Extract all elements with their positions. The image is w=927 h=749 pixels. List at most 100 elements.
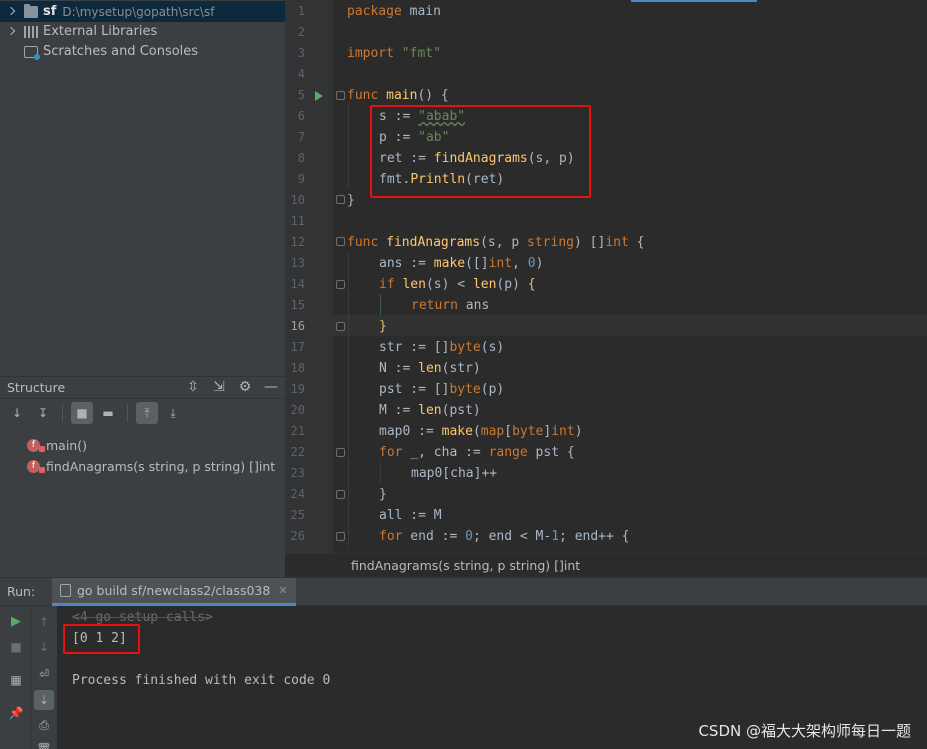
line-number: 3	[297, 46, 305, 60]
line-number: 26	[290, 529, 305, 543]
line-number: 23	[290, 466, 305, 480]
fold-marker-icon[interactable]	[336, 532, 345, 541]
structure-header: Structure ⇳ ⇲ ⚙ —	[0, 377, 285, 399]
line-number: 20	[290, 403, 305, 417]
code-line-13: ans := make([]int, 0)	[379, 256, 544, 271]
root-path: D:\mysetup\gopath\src\sf	[62, 4, 215, 19]
rerun-icon[interactable]: ▶	[8, 614, 24, 630]
run-toolbar-secondary: ↑ ↓ ⏎ ⇣ ⎙ 🗑	[30, 606, 57, 749]
code-editor[interactable]: package main import "fmt" func main() { …	[285, 0, 927, 577]
line-number: 2	[297, 25, 305, 39]
line-number: 8	[297, 151, 305, 165]
scratches-icon	[24, 45, 40, 60]
line-number: 19	[290, 382, 305, 396]
close-icon[interactable]: ✕	[278, 584, 287, 597]
line-number: 4	[297, 67, 305, 81]
code-line-17: str := []byte(s)	[379, 340, 505, 355]
fold-marker-icon[interactable]	[336, 237, 345, 246]
gear-icon[interactable]: ⚙	[237, 379, 253, 395]
trash-icon[interactable]: 🗑	[36, 741, 52, 749]
stop-icon[interactable]: ■	[8, 639, 24, 655]
minimize-icon[interactable]: —	[263, 379, 279, 395]
code-line-16: }	[379, 319, 387, 334]
code-area[interactable]: package main import "fmt" func main() { …	[333, 0, 927, 553]
run-panel: Run: go build sf/newclass2/class038 ✕ ▶ …	[0, 577, 927, 749]
chevron-right-icon[interactable]	[6, 26, 18, 38]
layout-icon[interactable]: ▦	[8, 672, 24, 688]
tree-item-scratches[interactable]: Scratches and Consoles	[0, 41, 285, 62]
line-number: 5	[297, 88, 305, 102]
line-number: 7	[297, 130, 305, 144]
collapse-all-icon[interactable]: ⇲	[211, 379, 227, 395]
line-number: 24	[290, 487, 305, 501]
fold-marker-icon[interactable]	[336, 280, 345, 289]
code-line-19: pst := []byte(p)	[379, 382, 505, 397]
code-line-20: M := len(pst)	[379, 403, 481, 418]
code-line-3: import "fmt"	[347, 46, 441, 61]
line-number: 18	[290, 361, 305, 375]
library-icon	[24, 25, 38, 38]
structure-item-label: main()	[46, 438, 87, 453]
scroll-to-end-icon[interactable]: ⇣	[34, 690, 54, 710]
line-number: 22	[290, 445, 305, 459]
result-highlight-box	[63, 624, 140, 654]
code-line-14: if len(s) < len(p) {	[379, 277, 536, 292]
expand-all-icon[interactable]: ⇳	[185, 379, 201, 395]
code-line-26: for end := 0; end < M-1; end++ {	[379, 529, 630, 544]
line-number: 15	[290, 298, 305, 312]
run-header: Run: go build sf/newclass2/class038 ✕	[0, 577, 927, 606]
fold-marker-icon[interactable]	[336, 195, 345, 204]
run-tab[interactable]: go build sf/newclass2/class038 ✕	[52, 577, 296, 606]
current-line-highlight	[333, 315, 927, 336]
line-number: 12	[290, 235, 305, 249]
run-toolbar-primary: ▶ ■ ▦ 📌	[0, 606, 30, 749]
line-number-current: 16	[290, 319, 305, 333]
folder-icon	[24, 3, 38, 18]
function-icon: f	[27, 460, 45, 473]
code-line-22: for _, cha := range pst {	[379, 445, 575, 460]
line-number: 14	[290, 277, 305, 291]
arrow-down-icon[interactable]: ↓	[36, 639, 52, 655]
arrow-up-icon[interactable]: ↑	[36, 614, 52, 630]
print-icon[interactable]: ⎙	[36, 717, 52, 733]
line-number: 6	[297, 109, 305, 123]
structure-item-main[interactable]: f main()	[0, 435, 285, 456]
structure-panel: Structure ⇳ ⇲ ⚙ — ↓ ↧ ■ ▬ ⤒ ⤓ f main() f…	[0, 376, 285, 577]
tree-item-sf[interactable]: sf D:\mysetup\gopath\src\sf	[0, 1, 285, 22]
tree-item-external-libraries[interactable]: External Libraries	[0, 21, 285, 42]
code-line-18: N := len(str)	[379, 361, 481, 376]
sort-by-visibility-icon[interactable]: ↓	[6, 402, 28, 424]
lock-icon[interactable]: ■	[71, 402, 93, 424]
line-number: 25	[290, 508, 305, 522]
function-icon: f	[27, 439, 45, 452]
fold-marker-icon[interactable]	[336, 448, 345, 457]
main-body-highlight-box	[370, 105, 591, 198]
breadcrumb[interactable]: findAnagrams(s string, p string) []int	[285, 553, 927, 577]
chevron-right-icon[interactable]	[6, 6, 18, 18]
fold-marker-icon[interactable]	[336, 322, 345, 331]
code-line-10: }	[347, 193, 355, 208]
structure-item-label: findAnagrams(s string, p string) []int	[46, 459, 276, 474]
line-number: 11	[290, 214, 305, 228]
folder-filter-icon[interactable]: ▬	[97, 402, 119, 424]
fold-marker-icon[interactable]	[336, 91, 345, 100]
code-line-25: all := M	[379, 508, 442, 523]
structure-title: Structure	[7, 380, 66, 395]
code-line-24: }	[379, 487, 387, 502]
run-gutter-icon[interactable]	[315, 91, 323, 101]
autoscroll-from-source-icon[interactable]: ⤓	[162, 402, 184, 424]
code-line-1: package main	[347, 4, 441, 19]
external-libraries-label: External Libraries	[43, 24, 158, 39]
pin-icon[interactable]: 📌	[8, 705, 24, 721]
autoscroll-to-source-icon[interactable]: ⤒	[136, 402, 158, 424]
line-number: 9	[297, 172, 305, 186]
line-number: 17	[290, 340, 305, 354]
fold-marker-icon[interactable]	[336, 490, 345, 499]
soft-wrap-icon[interactable]: ⏎	[36, 666, 52, 682]
go-build-icon	[60, 583, 71, 597]
scratches-label: Scratches and Consoles	[43, 44, 199, 59]
line-number: 21	[290, 424, 305, 438]
structure-item-findanagrams[interactable]: f findAnagrams(s string, p string) []int	[0, 456, 285, 477]
sort-alphabetically-icon[interactable]: ↧	[32, 402, 54, 424]
line-number: 1	[297, 4, 305, 18]
